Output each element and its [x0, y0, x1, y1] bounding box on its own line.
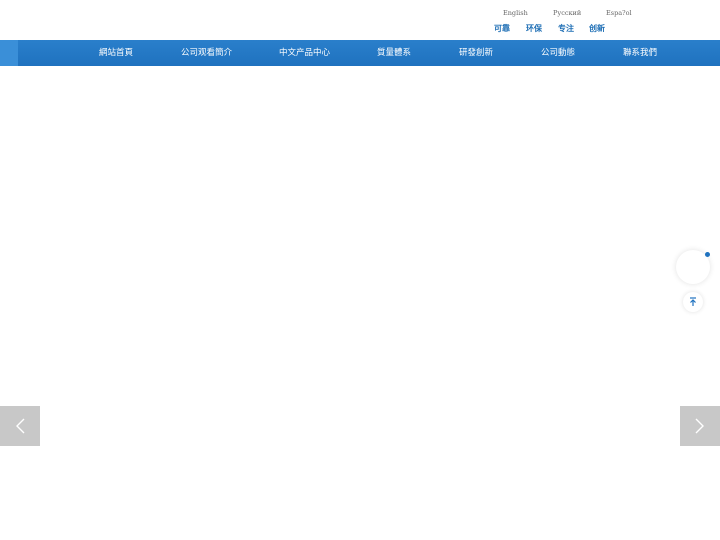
nav-item-contact[interactable]: 聯系我們 [623, 40, 657, 66]
nav-item-rnd[interactable]: 研發創新 [459, 40, 493, 66]
nav-item-products[interactable]: 中文产品中心 [279, 40, 330, 66]
language-switcher: English Русский Espa?ol [482, 9, 662, 19]
back-to-top-button[interactable] [683, 292, 703, 312]
language-russian-link[interactable]: Русский [553, 9, 581, 17]
slogan-eco: 环保 [526, 24, 542, 33]
slogan-focus: 专注 [558, 24, 574, 33]
main-nav: 網站首頁 公司观看簡介 中文产品中心 質量體系 研發創新 公司動態 聯系我們 [0, 40, 720, 66]
slogan-reliable: 可靠 [494, 24, 510, 33]
notification-dot [705, 252, 710, 257]
slider-next-button[interactable] [680, 406, 720, 446]
slider-prev-button[interactable] [0, 406, 40, 446]
slogan-innovation: 创新 [589, 24, 605, 33]
nav-item-home[interactable]: 網站首頁 [99, 40, 133, 66]
page: English Русский Espa?ol 可靠 环保 专注 创新 網站首頁… [0, 0, 720, 540]
nav-item-about[interactable]: 公司观看簡介 [181, 40, 232, 66]
chevron-left-icon [16, 418, 25, 434]
chevron-right-icon [695, 418, 704, 434]
nav-item-quality[interactable]: 質量體系 [377, 40, 411, 66]
nav-item-news[interactable]: 公司動態 [541, 40, 575, 66]
nav-accent [0, 40, 18, 66]
arrow-up-icon [690, 297, 696, 306]
language-english-link[interactable]: English [503, 9, 528, 17]
language-spanish-link[interactable]: Espa?ol [606, 9, 632, 17]
